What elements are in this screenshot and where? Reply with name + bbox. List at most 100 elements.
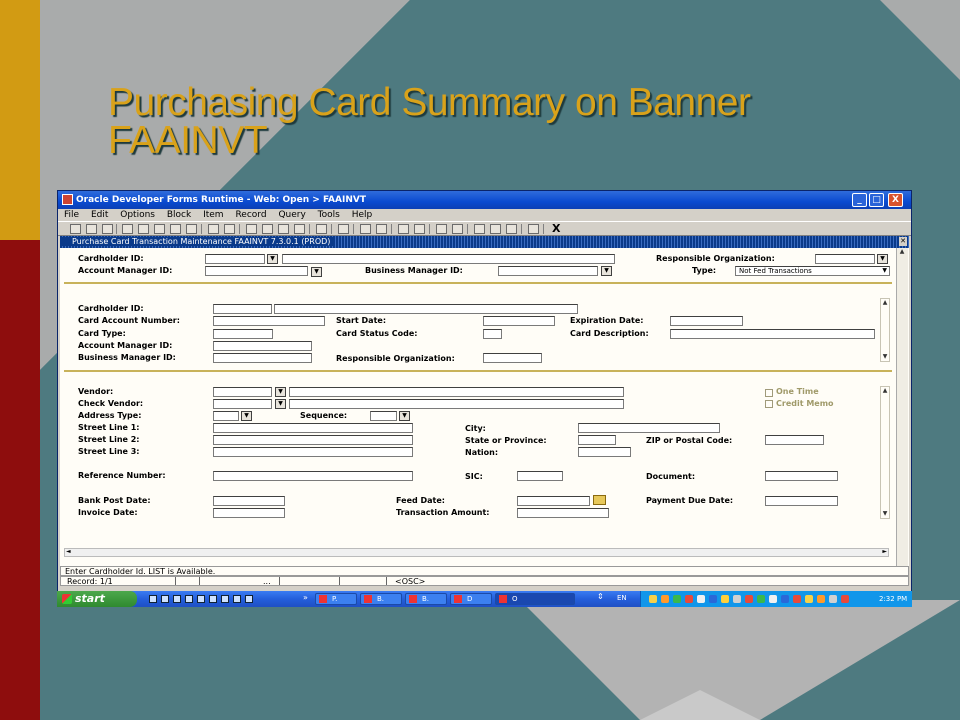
language-indicator[interactable]: EN [617, 594, 627, 602]
address-type-list-button[interactable]: ▼ [241, 411, 252, 421]
taskbar-scroll-icon[interactable]: ⇕ [597, 592, 604, 601]
tray-icon[interactable] [649, 595, 657, 603]
horizontal-scrollbar[interactable]: ◄ ► [64, 548, 889, 557]
card-start-date-field[interactable] [483, 316, 555, 326]
key-responsible-org-list-button[interactable]: ▼ [877, 254, 888, 264]
select-icon[interactable] [122, 224, 133, 234]
next-block-icon[interactable] [186, 224, 197, 234]
back-icon[interactable] [436, 224, 447, 234]
quicklaunch-icon[interactable] [245, 595, 253, 603]
check-vendor-id-field[interactable] [213, 399, 272, 409]
type-select[interactable]: Not Fed Transactions ▼ [735, 266, 890, 276]
tray-icon[interactable] [661, 595, 669, 603]
quicklaunch-icon[interactable] [149, 595, 157, 603]
minimize-button[interactable]: _ [852, 193, 867, 207]
menu-item[interactable]: Item [203, 210, 224, 220]
options-icon[interactable] [398, 224, 409, 234]
nav-forward-icon[interactable] [490, 224, 501, 234]
tray-icon[interactable] [805, 595, 813, 603]
one-time-checkbox[interactable] [765, 389, 773, 397]
address-type-field[interactable] [213, 411, 239, 421]
invoice-date-field[interactable] [213, 508, 285, 518]
transaction-amount-field[interactable] [517, 508, 609, 518]
card-account-number-field[interactable] [213, 316, 325, 326]
menu-edit[interactable]: Edit [91, 210, 108, 220]
quicklaunch-icon[interactable] [209, 595, 217, 603]
nation-field[interactable] [578, 447, 631, 457]
street-line-1-field[interactable] [213, 423, 413, 433]
taskbar-item[interactable]: B. [360, 593, 402, 605]
tray-icon[interactable] [697, 595, 705, 603]
scroll-up-icon[interactable]: ▲ [881, 299, 889, 307]
zip-field[interactable] [765, 435, 824, 445]
payment-due-date-field[interactable] [765, 496, 838, 506]
taskbar-item[interactable]: D [450, 593, 492, 605]
nav-back-icon[interactable] [474, 224, 485, 234]
check-vendor-name-field[interactable] [289, 399, 624, 409]
clear-form-icon[interactable] [376, 224, 387, 234]
print-screen-icon[interactable] [338, 224, 349, 234]
taskbar-item-active[interactable]: O [495, 593, 575, 605]
key-responsible-org-field[interactable] [815, 254, 875, 264]
tray-icon[interactable] [769, 595, 777, 603]
taskbar-item[interactable]: B. [405, 593, 447, 605]
previous-block-icon[interactable] [170, 224, 181, 234]
cancel-query-icon[interactable] [278, 224, 289, 234]
street-line-3-field[interactable] [213, 447, 413, 457]
save-icon[interactable] [70, 224, 81, 234]
quicklaunch-icon[interactable] [161, 595, 169, 603]
quicklaunch-icon[interactable] [173, 595, 181, 603]
card-status-code-field[interactable] [483, 329, 502, 339]
key-cardholder-id-field[interactable] [205, 254, 265, 264]
sic-field[interactable] [517, 471, 563, 481]
key-cardholder-id-list-button[interactable]: ▼ [267, 254, 278, 264]
street-line-2-field[interactable] [213, 435, 413, 445]
card-cardholder-id-field[interactable] [213, 304, 272, 314]
scroll-left-icon[interactable]: ◄ [66, 548, 71, 555]
document-field[interactable] [765, 471, 838, 481]
nav-up-icon[interactable] [506, 224, 517, 234]
feed-date-field[interactable] [517, 496, 590, 506]
next-record-icon[interactable] [224, 224, 235, 234]
forward-icon[interactable] [452, 224, 463, 234]
form-close-icon[interactable]: ✕ [899, 237, 907, 246]
sequence-list-button[interactable]: ▼ [399, 411, 410, 421]
card-type-field[interactable] [213, 329, 273, 339]
close-button[interactable]: X [888, 193, 903, 207]
remove-record-icon[interactable] [154, 224, 165, 234]
clear-record-icon[interactable] [360, 224, 371, 234]
menu-tools[interactable]: Tools [318, 210, 340, 220]
tray-icon[interactable] [733, 595, 741, 603]
scroll-right-icon[interactable]: ► [882, 548, 887, 555]
card-account-manager-id-field[interactable] [213, 341, 312, 351]
execute-query-icon[interactable] [262, 224, 273, 234]
window-titlebar[interactable]: Oracle Developer Forms Runtime - Web: Op… [58, 191, 911, 209]
quicklaunch-icon[interactable] [185, 595, 193, 603]
card-block-scrollbar[interactable]: ▲ ▼ [880, 298, 890, 362]
tree-icon[interactable] [414, 224, 425, 234]
list-values-icon[interactable] [316, 224, 327, 234]
tray-icon[interactable] [673, 595, 681, 603]
card-expiration-date-field[interactable] [670, 316, 743, 326]
tray-icon[interactable] [793, 595, 801, 603]
tray-icon[interactable] [829, 595, 837, 603]
menu-block[interactable]: Block [167, 210, 191, 220]
key-business-manager-list-button[interactable]: ▼ [601, 266, 612, 276]
bank-post-date-field[interactable] [213, 496, 285, 506]
tray-icon[interactable] [841, 595, 849, 603]
menu-file[interactable]: File [64, 210, 79, 220]
key-account-manager-id-field[interactable] [205, 266, 308, 276]
card-description-field[interactable] [670, 329, 875, 339]
tray-icon[interactable] [781, 595, 789, 603]
quicklaunch-icon[interactable] [197, 595, 205, 603]
tray-icon[interactable] [685, 595, 693, 603]
window-vertical-scrollbar[interactable]: ▲ ▼ [896, 248, 908, 578]
maximize-button[interactable]: □ [869, 193, 884, 207]
taskbar-item[interactable]: P. [315, 593, 357, 605]
count-query-icon[interactable] [294, 224, 305, 234]
key-cardholder-name-field[interactable] [282, 254, 615, 264]
help-icon[interactable] [528, 224, 539, 234]
quicklaunch-icon[interactable] [233, 595, 241, 603]
tray-icon[interactable] [817, 595, 825, 603]
city-field[interactable] [578, 423, 720, 433]
